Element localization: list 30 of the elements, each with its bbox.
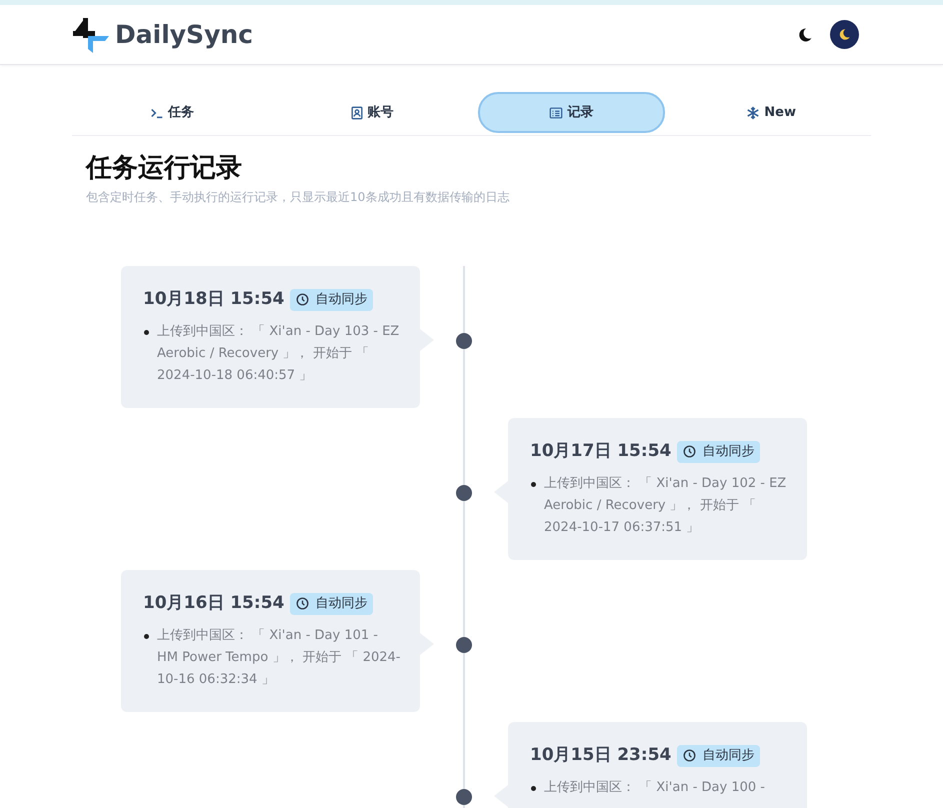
record-time: 10月18日 15:54 — [143, 288, 284, 311]
record-time: 10月17日 15:54 — [530, 440, 672, 463]
logo-icon — [71, 16, 109, 54]
clock-icon — [683, 749, 696, 762]
page-title: 任务运行记录 — [86, 152, 243, 185]
record-detail: 上传到中国区： 「 Xi'an - Day 102 - EZ Aerobic / Recovery 」， 开始于 「 2024-10-17 06:37:51 」 — [544, 474, 788, 536]
record-time: 10月16日 15:54 — [143, 592, 284, 615]
clock-icon — [296, 293, 310, 306]
nav-tab[interactable]: New — [677, 92, 865, 133]
snowflake-icon — [746, 106, 760, 120]
nav-tab[interactable]: 账号 — [278, 92, 466, 133]
tag-label: 自动同步 — [315, 595, 368, 613]
record-detail: 上传到中国区： 「 Xi'an - Day 103 - EZ Aerobic / Recovery 」， 开始于 「 2024-10-18 06:40:57 」 — [157, 322, 400, 384]
brand-name: DailySync — [115, 18, 253, 51]
user-avatar[interactable] — [830, 20, 859, 49]
tag-label: 自动同步 — [702, 443, 754, 461]
record-detail: 上传到中国区： 「 Xi'an - Day 100 - — [544, 778, 765, 796]
nav-tab[interactable]: 任务 — [78, 92, 266, 133]
tag-label: 自动同步 — [702, 747, 754, 765]
moon-icon[interactable] — [797, 26, 813, 42]
crescent-icon — [838, 28, 851, 41]
record-detail: 上传到中国区： 「 Xi'an - Day 101 - HM Power Tempo 」， 开始于 「 2024-10-16 06:32:34 」 — [157, 626, 402, 688]
clock-icon — [683, 445, 696, 458]
record-time: 10月15日 23:54 — [530, 744, 672, 767]
clock-icon — [296, 597, 310, 610]
contact-card-icon — [350, 106, 364, 120]
tag-label: 自动同步 — [315, 291, 368, 309]
page-subtitle: 包含定时任务、手动执行的运行记录，只显示最近10条成功且有数据传输的日志 — [86, 189, 510, 206]
nav-tab[interactable]: 记录 — [478, 92, 666, 133]
list-icon — [549, 106, 564, 120]
